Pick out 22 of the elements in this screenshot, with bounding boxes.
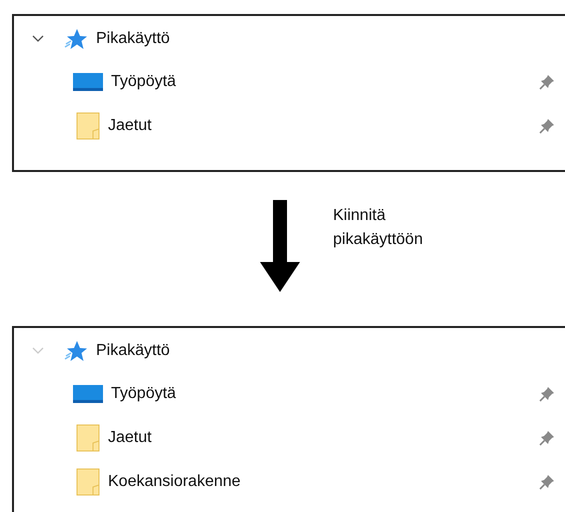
tree-item[interactable]: Työpöytä xyxy=(111,73,176,91)
chevron-icon[interactable] xyxy=(32,35,44,43)
pin-icon[interactable] xyxy=(539,474,555,490)
pin-icon[interactable] xyxy=(539,386,555,402)
tree-item[interactable]: Työpöytä xyxy=(111,385,176,403)
tree-item[interactable]: Pikakäyttö xyxy=(96,30,170,48)
pin-icon[interactable] xyxy=(539,430,555,446)
pin-icon[interactable] xyxy=(539,74,555,90)
folder-icon xyxy=(76,112,100,140)
tree-item[interactable]: Pikakäyttö xyxy=(96,342,170,360)
tree-item[interactable]: Jaetut xyxy=(108,117,152,135)
star-icon xyxy=(64,340,88,362)
pin-icon[interactable] xyxy=(539,118,555,134)
desktop-icon xyxy=(73,71,103,93)
step-caption: Kiinnitä pikakäyttöön xyxy=(333,206,424,250)
down-arrow-icon xyxy=(260,200,300,292)
folder-icon xyxy=(76,468,100,496)
folder-icon xyxy=(76,424,100,452)
tree-item[interactable]: Koekansiorakenne xyxy=(108,473,241,491)
star-icon xyxy=(64,28,88,50)
tree-item[interactable]: Jaetut xyxy=(108,429,152,447)
desktop-icon xyxy=(73,383,103,405)
